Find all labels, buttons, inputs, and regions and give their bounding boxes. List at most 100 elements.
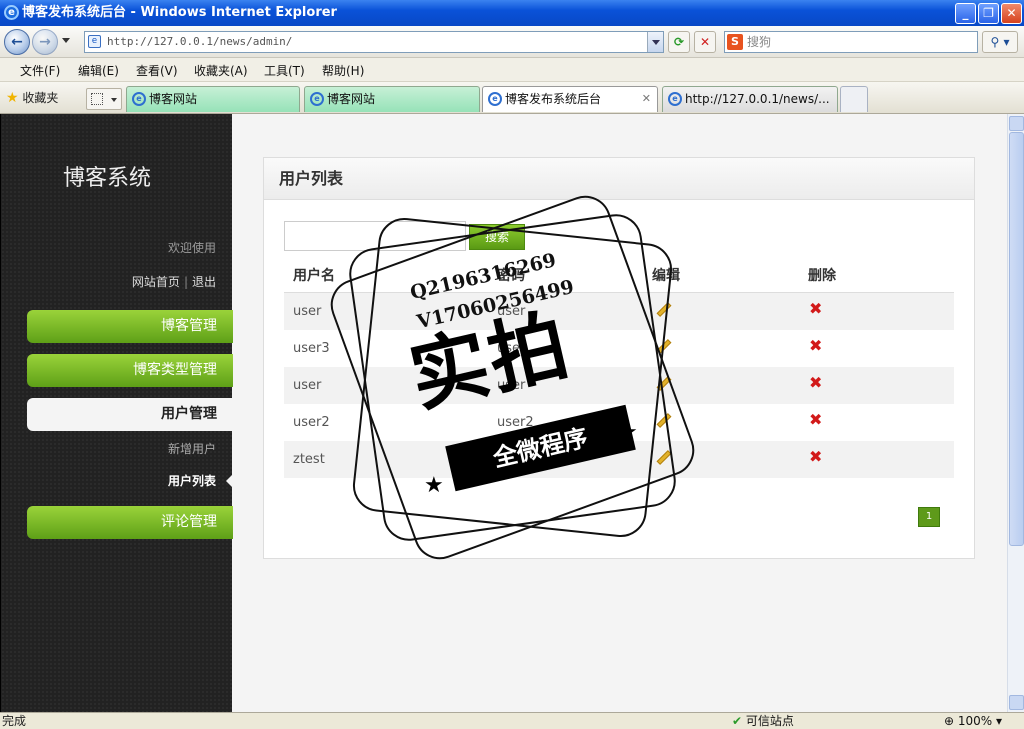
window-title: 博客发布系统后台 - Windows Internet Explorer: [22, 5, 337, 20]
forward-button[interactable]: →: [32, 29, 58, 55]
restore-button[interactable]: ❐: [978, 3, 999, 24]
user-list-panel: 用户列表 搜索 用户名 密码 编辑 删除 user user ✖ user3 u…: [263, 157, 975, 559]
quick-tabs-button[interactable]: [86, 88, 122, 110]
new-tab-button[interactable]: [840, 86, 868, 112]
link-separator: |: [183, 275, 188, 289]
favorites-label: 收藏夹: [22, 91, 59, 105]
delete-icon[interactable]: ✖: [809, 449, 822, 465]
menu-blog-type-manage[interactable]: 博客类型管理: [27, 354, 233, 387]
delete-icon[interactable]: ✖: [809, 412, 822, 428]
tab-blog-site-2[interactable]: e 博客网站: [304, 86, 480, 112]
cell-password: user2: [497, 415, 534, 430]
welcome-text: 欢迎使用: [167, 241, 216, 255]
column-delete: 删除: [808, 268, 836, 284]
search-input[interactable]: S 搜狗: [724, 31, 978, 53]
cell-password: user: [497, 304, 526, 319]
menu-help[interactable]: 帮助(H): [322, 62, 364, 79]
page-content: 博客系统 欢迎使用 网站首页 | 退出 博客管理 博客类型管理 用户管理 新增用户 …: [0, 114, 1007, 712]
menu-blog-manage[interactable]: 博客管理: [27, 310, 233, 343]
tab-url[interactable]: e http://127.0.0.1/news/...: [662, 86, 838, 112]
check-icon: ✔: [732, 714, 743, 728]
zoom-level: 100%: [957, 714, 993, 728]
scroll-thumb[interactable]: [1009, 132, 1024, 546]
ie-tab-icon: e: [132, 92, 146, 106]
page-icon: e: [88, 35, 101, 48]
edit-icon[interactable]: [654, 449, 670, 465]
table-header: 用户名 密码 编辑 删除: [284, 255, 954, 293]
ie-tab-icon: e: [668, 92, 682, 106]
menu-view[interactable]: 查看(V): [136, 62, 178, 79]
cell-password: user: [497, 341, 526, 356]
table-row: ztest ✖: [284, 441, 954, 478]
table-row: user2 user2 ✖: [284, 404, 954, 441]
cell-username: user: [293, 304, 322, 319]
refresh-button[interactable]: ⟳: [668, 31, 690, 53]
favorites-button[interactable]: ★ 收藏夹: [6, 89, 58, 106]
tab-label: 博客网站: [327, 92, 376, 106]
sogou-logo-icon: S: [727, 34, 743, 50]
edit-icon[interactable]: [654, 375, 670, 391]
cell-username: user: [293, 378, 322, 393]
column-username: 用户名: [293, 268, 335, 284]
delete-icon[interactable]: ✖: [809, 338, 822, 354]
panel-title: 用户列表: [264, 158, 974, 200]
search-placeholder: 搜狗: [747, 35, 772, 49]
quick-tabs-icon: [91, 93, 103, 105]
edit-icon[interactable]: [654, 412, 670, 428]
table-row: user user ✖: [284, 367, 954, 404]
history-dropdown-icon[interactable]: [62, 38, 70, 43]
search-submit-button[interactable]: 搜索: [469, 224, 525, 250]
delete-icon[interactable]: ✖: [809, 301, 822, 317]
user-search-input[interactable]: [284, 221, 466, 251]
submenu-user-list[interactable]: 用户列表: [168, 472, 216, 489]
menu-comment-manage[interactable]: 评论管理: [27, 506, 233, 539]
stop-button[interactable]: ✕: [694, 31, 716, 53]
back-button[interactable]: ←: [4, 29, 30, 55]
menu-edit[interactable]: 编辑(E): [78, 62, 119, 79]
security-zone: ✔ 可信站点: [732, 713, 794, 729]
system-title: 博客系统: [63, 166, 152, 191]
scroll-up-button[interactable]: [1009, 116, 1024, 131]
edit-icon[interactable]: [654, 301, 670, 317]
column-password: 密码: [497, 268, 525, 284]
tab-label: 博客发布系统后台: [505, 92, 602, 106]
status-bar: 完成 ✔ 可信站点 ⊕ 100% ▾: [0, 712, 1024, 729]
cell-username: user3: [293, 341, 330, 356]
delete-icon[interactable]: ✖: [809, 375, 822, 391]
menu-user-manage[interactable]: 用户管理: [27, 398, 233, 431]
scroll-down-button[interactable]: [1009, 695, 1024, 710]
pagination-page[interactable]: 1: [918, 507, 940, 527]
address-dropdown-button[interactable]: [647, 32, 663, 52]
submenu-add-user[interactable]: 新增用户: [168, 440, 216, 457]
vertical-scrollbar[interactable]: [1007, 114, 1024, 712]
zoom-control[interactable]: ⊕ 100% ▾: [944, 713, 1002, 729]
address-toolbar: ← → e http://127.0.0.1/news/admin/ ⟳ ✕ S…: [0, 26, 1024, 58]
logout-link[interactable]: 退出: [192, 275, 216, 289]
ie-tab-icon: e: [310, 92, 324, 106]
quick-tabs-dropdown-icon: [111, 98, 117, 102]
tab-label: http://127.0.0.1/news/...: [685, 92, 830, 106]
ie-logo-icon: e: [4, 5, 19, 20]
menu-bar: 文件(F) 编辑(E) 查看(V) 收藏夹(A) 工具(T) 帮助(H): [0, 58, 1024, 82]
menu-file[interactable]: 文件(F): [20, 62, 60, 79]
home-link[interactable]: 网站首页: [132, 275, 180, 289]
status-text: 完成: [2, 714, 27, 728]
table-row: user3 user ✖: [284, 330, 954, 367]
cell-password: user: [497, 378, 526, 393]
menu-favorites[interactable]: 收藏夹(A): [194, 62, 248, 79]
search-button[interactable]: ⚲ ▾: [982, 31, 1018, 53]
tab-label: 博客网站: [149, 92, 198, 106]
cell-username: ztest: [293, 452, 325, 467]
menu-tools[interactable]: 工具(T): [264, 62, 305, 79]
current-arrow-icon: [226, 475, 232, 487]
address-input[interactable]: e http://127.0.0.1/news/admin/: [84, 31, 664, 53]
close-window-button[interactable]: ✕: [1001, 3, 1022, 24]
tab-admin[interactable]: e 博客发布系统后台 ✕: [482, 86, 658, 112]
close-tab-icon[interactable]: ✕: [642, 87, 651, 111]
trusted-zone-label: 可信站点: [745, 714, 794, 728]
minimize-button[interactable]: _: [955, 3, 976, 24]
tab-blog-site-1[interactable]: e 博客网站: [126, 86, 300, 112]
ie-tab-icon: e: [488, 92, 502, 106]
cell-username: user2: [293, 415, 330, 430]
edit-icon[interactable]: [654, 338, 670, 354]
